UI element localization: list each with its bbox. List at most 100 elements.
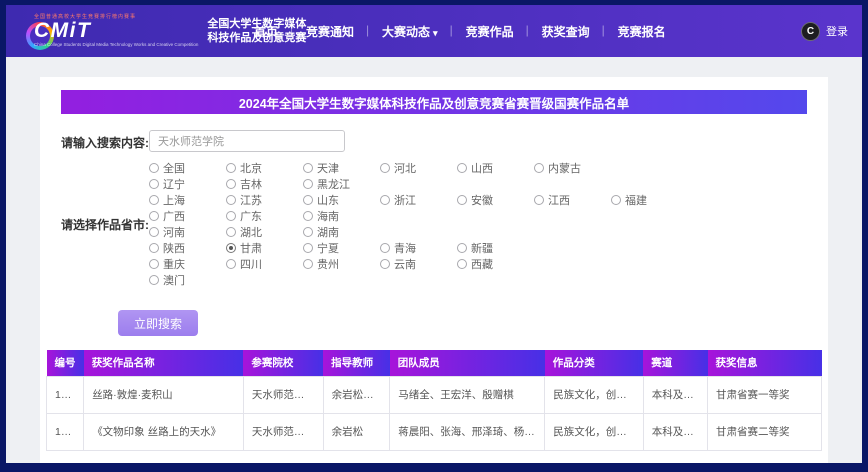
radio-icon[interactable] xyxy=(303,163,313,173)
province-radio-option[interactable]: 陕西 xyxy=(149,240,226,256)
nav-item-3[interactable]: 大赛动态▾ xyxy=(368,23,452,40)
province-radio-label: 重庆 xyxy=(163,256,185,272)
radio-icon[interactable] xyxy=(303,195,313,205)
table-cell: 民族文化，创新表达 xyxy=(545,413,643,450)
province-radio-option[interactable]: 贵州 xyxy=(303,256,380,272)
radio-icon[interactable] xyxy=(226,163,236,173)
radio-icon[interactable] xyxy=(380,163,390,173)
province-radio-option[interactable]: 江苏 xyxy=(226,192,303,208)
province-radio-option[interactable]: 海南 xyxy=(303,208,380,224)
province-radio-label: 河南 xyxy=(163,224,185,240)
radio-icon[interactable] xyxy=(457,259,467,269)
login-button[interactable]: C 登录 xyxy=(801,22,848,41)
province-radio-option[interactable]: 甘肃 xyxy=(226,240,303,256)
province-radio-option[interactable]: 北京 xyxy=(226,160,303,176)
province-radio-option[interactable]: 江西 xyxy=(534,192,611,208)
nav-item-1[interactable]: 首页 xyxy=(240,23,292,40)
province-radio-row: 陕西甘肃 宁夏 青海新疆 xyxy=(149,240,688,256)
radio-icon[interactable] xyxy=(149,211,159,221)
radio-icon[interactable] xyxy=(149,243,159,253)
radio-icon[interactable] xyxy=(226,227,236,237)
radio-icon[interactable] xyxy=(611,195,621,205)
table-column-header: 作品分类 xyxy=(545,350,643,376)
main-nav: 首页竞赛通知大赛动态▾竞赛作品获奖查询竞赛报名 xyxy=(240,23,680,40)
radio-icon[interactable] xyxy=(303,211,313,221)
table-cell: 丝路·敦煌·麦积山 xyxy=(84,376,244,413)
user-avatar-icon[interactable]: C xyxy=(801,22,820,41)
province-radio-option[interactable]: 内蒙古 xyxy=(534,160,611,176)
province-radio-option[interactable]: 湖南 xyxy=(303,224,380,240)
nav-item-4[interactable]: 竞赛作品 xyxy=(452,23,528,40)
table-cell: 天水师范学院 xyxy=(243,413,323,450)
content-card: 2024年全国大学生数字媒体科技作品及创意竞赛省赛晋级国赛作品名单 请输入搜索内… xyxy=(40,77,828,463)
top-bar: 全国普通高校大学生竞赛排行榜内赛事 CMiT China College Stu… xyxy=(6,5,862,57)
province-radio-option[interactable]: 重庆 xyxy=(149,256,226,272)
site-logo[interactable]: 全国普通高校大学生竞赛排行榜内赛事 CMiT China College Stu… xyxy=(26,14,234,48)
radio-icon[interactable] xyxy=(149,179,159,189)
province-radio-option[interactable]: 安徽 xyxy=(457,192,534,208)
radio-icon[interactable] xyxy=(149,275,159,285)
province-radio-label: 甘肃 xyxy=(240,240,262,256)
province-radio-option[interactable]: 全国 xyxy=(149,160,226,176)
radio-icon[interactable] xyxy=(534,195,544,205)
radio-icon[interactable] xyxy=(380,195,390,205)
province-radio-option[interactable]: 西藏 xyxy=(457,256,534,272)
radio-icon[interactable] xyxy=(149,227,159,237)
province-radio-option[interactable]: 黑龙江 xyxy=(303,176,380,192)
radio-icon[interactable] xyxy=(226,259,236,269)
province-radio-option[interactable]: 四川 xyxy=(226,256,303,272)
radio-icon[interactable] xyxy=(303,243,313,253)
nav-item-5[interactable]: 获奖查询 xyxy=(528,23,604,40)
province-radio-option[interactable]: 广西 xyxy=(149,208,226,224)
radio-icon[interactable] xyxy=(149,195,159,205)
nav-item-2[interactable]: 竞赛通知 xyxy=(292,23,368,40)
province-radio-option[interactable]: 天津 xyxy=(303,160,380,176)
page-title-banner: 2024年全国大学生数字媒体科技作品及创意竞赛省赛晋级国赛作品名单 xyxy=(61,90,807,114)
province-radio-option[interactable]: 山西 xyxy=(457,160,534,176)
province-radio-option[interactable]: 澳门 xyxy=(149,272,226,288)
nav-item-label: 获奖查询 xyxy=(542,25,590,39)
radio-icon[interactable] xyxy=(303,179,313,189)
province-radio-label: 贵州 xyxy=(317,256,339,272)
radio-icon[interactable] xyxy=(149,163,159,173)
province-radio-option[interactable]: 青海 xyxy=(380,240,457,256)
nav-item-6[interactable]: 竞赛报名 xyxy=(604,23,680,40)
results-table: 编号获奖作品名称参赛院校指导教师团队成员作品分类赛道获奖信息 120863丝路·… xyxy=(46,350,822,451)
province-radio-option[interactable]: 宁夏 xyxy=(303,240,380,256)
province-radio-label: 黑龙江 xyxy=(317,176,350,192)
radio-icon[interactable] xyxy=(226,179,236,189)
province-radio-option[interactable]: 河北 xyxy=(380,160,457,176)
search-button[interactable]: 立即搜索 xyxy=(118,310,198,336)
search-input[interactable] xyxy=(149,130,345,152)
province-radio-option[interactable]: 湖北 xyxy=(226,224,303,240)
radio-icon[interactable] xyxy=(303,227,313,237)
province-radio-option[interactable]: 河南 xyxy=(149,224,226,240)
radio-icon[interactable] xyxy=(303,259,313,269)
province-radio-option[interactable]: 新疆 xyxy=(457,240,534,256)
radio-icon[interactable] xyxy=(380,243,390,253)
province-radio-option[interactable]: 山东 xyxy=(303,192,380,208)
radio-icon[interactable] xyxy=(457,195,467,205)
logo-mark: 全国普通高校大学生竞赛排行榜内赛事 CMiT China College Stu… xyxy=(26,14,198,48)
province-radio-option[interactable]: 云南 xyxy=(380,256,457,272)
radio-icon[interactable] xyxy=(534,163,544,173)
province-radio-label: 湖南 xyxy=(317,224,339,240)
radio-icon[interactable] xyxy=(226,211,236,221)
province-radio-label: 宁夏 xyxy=(317,240,339,256)
province-radio-row: 河南 湖北湖南 xyxy=(149,224,688,240)
radio-icon[interactable] xyxy=(380,259,390,269)
province-radio-option[interactable]: 上海 xyxy=(149,192,226,208)
radio-icon[interactable] xyxy=(226,195,236,205)
radio-icon[interactable] xyxy=(457,163,467,173)
province-radio-label: 上海 xyxy=(163,192,185,208)
province-radio-option[interactable]: 浙江 xyxy=(380,192,457,208)
radio-icon[interactable] xyxy=(149,259,159,269)
province-radio-option[interactable]: 辽宁 xyxy=(149,176,226,192)
province-radio-option[interactable]: 福建 xyxy=(611,192,688,208)
radio-icon[interactable] xyxy=(457,243,467,253)
radio-selected-icon[interactable] xyxy=(226,243,236,253)
province-radio-option[interactable]: 广东 xyxy=(226,208,303,224)
province-radio-option[interactable]: 吉林 xyxy=(226,176,303,192)
results-table-body: 120863丝路·敦煌·麦积山天水师范学院余岩松、孙菻马绪全、王宏洋、殷赠棋民族… xyxy=(47,376,822,450)
province-radio-label: 四川 xyxy=(240,256,262,272)
